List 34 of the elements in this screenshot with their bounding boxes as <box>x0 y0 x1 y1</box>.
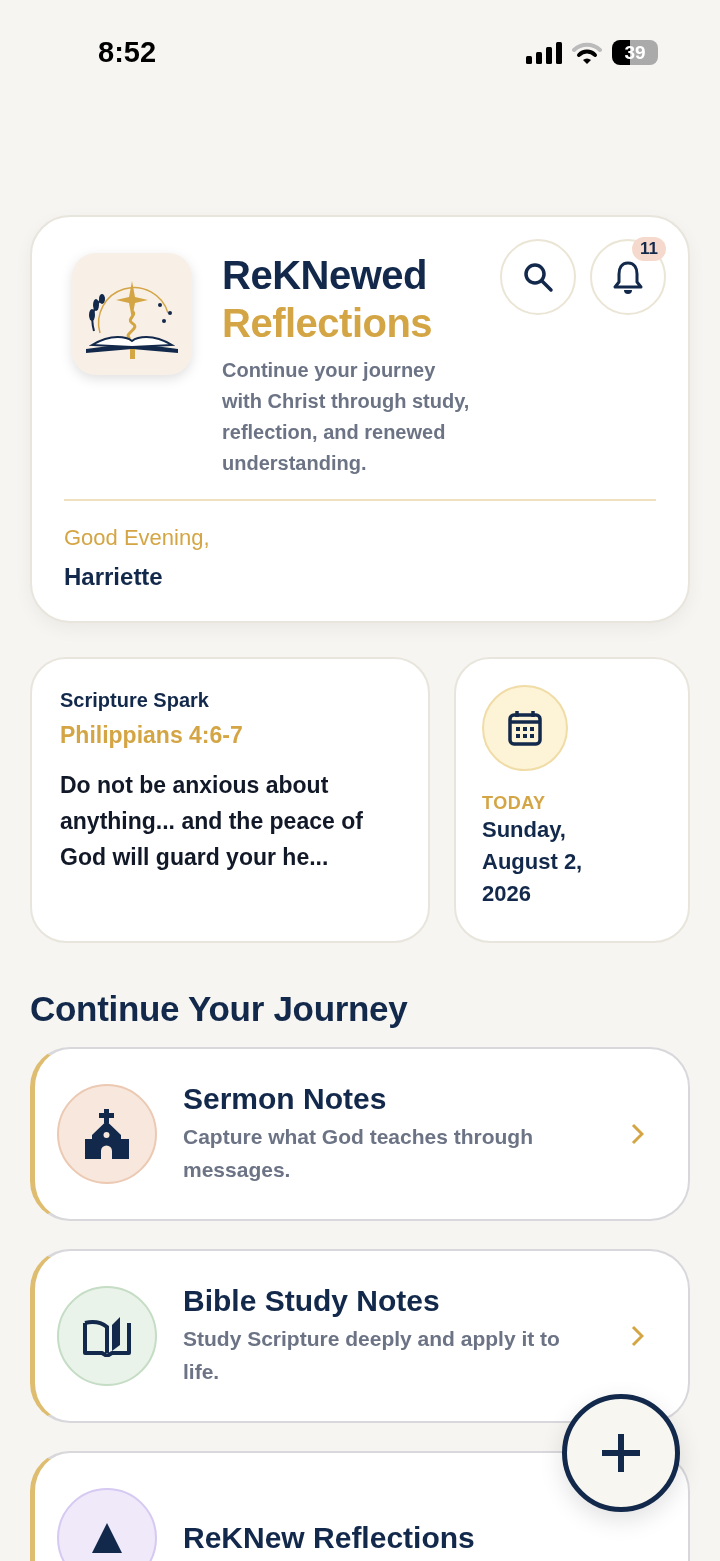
card-description: Capture what God teaches through messages. <box>183 1124 535 1183</box>
calendar-icon <box>507 709 543 747</box>
bell-icon <box>612 260 644 294</box>
card-title: Sermon Notes <box>183 1082 388 1116</box>
scripture-spark-card[interactable]: Scripture Spark Philippians 4:6-7 Do not be anxious about anything... and the peace of God will guard your he... <box>30 657 430 943</box>
card-title: Bible Study Notes <box>183 1284 441 1318</box>
notification-badge: 11 <box>632 237 666 261</box>
section-heading: Continue Your Journey <box>30 989 409 1029</box>
today-date: Sunday, August 2, 2026 <box>482 816 584 908</box>
triangle-icon <box>92 1523 122 1553</box>
plus-icon <box>602 1434 640 1472</box>
user-name: Harriette <box>64 563 164 591</box>
tagline-text: Continue your journey with Christ through study, reflection, and renewed understanding. <box>222 358 471 476</box>
journey-card[interactable]: Sermon Notes Capture what God teaches through messages. <box>30 1047 690 1221</box>
card-label: Scripture Spark <box>60 689 210 712</box>
chevron-right-icon <box>630 1123 644 1145</box>
journey-card[interactable]: ReKNew Reflections <box>30 1451 690 1561</box>
app-title: Reflections <box>222 300 434 347</box>
greeting-text: Good Evening, <box>64 525 211 551</box>
search-icon <box>522 261 554 293</box>
open-book-icon <box>82 1315 132 1357</box>
scripture-reference: Philippians 4:6-7 <box>60 722 244 749</box>
church-icon <box>83 1109 131 1159</box>
card-title: ReKNew Reflections <box>183 1521 476 1555</box>
wifi-icon <box>572 41 602 64</box>
status-time: 8:52 <box>98 36 157 69</box>
journey-card[interactable]: Bible Study Notes Study Scripture deeply and apply it to life. <box>30 1249 690 1423</box>
signal-icon <box>526 41 562 64</box>
app-title: ReKNewed <box>222 252 428 299</box>
notifications-button[interactable]: 11 <box>590 239 666 315</box>
card-description: Study Scripture deeply and apply it to life. <box>183 1326 561 1385</box>
chevron-right-icon <box>630 1325 644 1347</box>
today-label: TODAY <box>482 793 547 814</box>
scripture-excerpt: Do not be anxious about anything... and the peace of God will guard your he... <box>60 771 364 872</box>
